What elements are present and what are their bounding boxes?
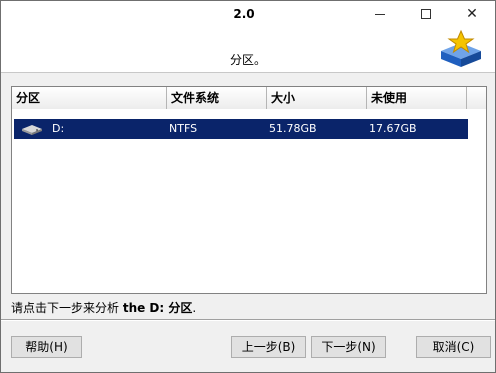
close-button[interactable]: ✕	[449, 1, 495, 27]
wizard-window: 2.0 ✕ 分区。 分区 文件系统 大小 未使用 D: NTFS 51.78GB…	[0, 0, 496, 373]
wizard-subtitle: 分区。	[229, 53, 266, 67]
cell-partition: D:	[52, 122, 65, 135]
header-panel: 2.0 ✕ 分区。	[1, 1, 495, 73]
partition-list[interactable]: 分区 文件系统 大小 未使用 D: NTFS 51.78GB 17.67GB	[11, 86, 487, 294]
cell-unused: 17.67GB	[369, 122, 417, 135]
minimize-icon	[375, 13, 385, 15]
cell-filesystem: NTFS	[169, 122, 198, 135]
maximize-icon	[421, 9, 431, 19]
minimize-button[interactable]	[357, 1, 403, 27]
column-header-size[interactable]: 大小	[267, 87, 367, 109]
close-icon: ✕	[466, 6, 478, 22]
next-button[interactable]: 下一步(N)	[311, 336, 386, 358]
cancel-button[interactable]: 取消(C)	[416, 336, 491, 358]
back-button[interactable]: 上一步(B)	[231, 336, 306, 358]
instruction-target: the D: 分区	[122, 301, 193, 315]
list-header: 分区 文件系统 大小 未使用	[12, 87, 486, 109]
app-logo-icon	[441, 29, 481, 67]
table-row[interactable]: D: NTFS 51.78GB 17.67GB	[14, 119, 468, 139]
instruction-text: 请点击下一步来分析 the D: 分区.	[11, 299, 196, 316]
help-button[interactable]: 帮助(H)	[11, 336, 82, 358]
column-header-unused[interactable]: 未使用	[367, 87, 467, 109]
maximize-button[interactable]	[403, 1, 449, 27]
column-header-filesystem[interactable]: 文件系统	[167, 87, 267, 109]
cell-size: 51.78GB	[269, 122, 317, 135]
footer-divider	[1, 319, 495, 321]
instruction-suffix: .	[192, 301, 197, 315]
column-header-partition[interactable]: 分区	[12, 87, 167, 109]
drive-icon	[22, 125, 42, 135]
instruction-prefix: 请点击下一步来分析	[11, 301, 123, 315]
column-header-filler	[467, 87, 486, 109]
